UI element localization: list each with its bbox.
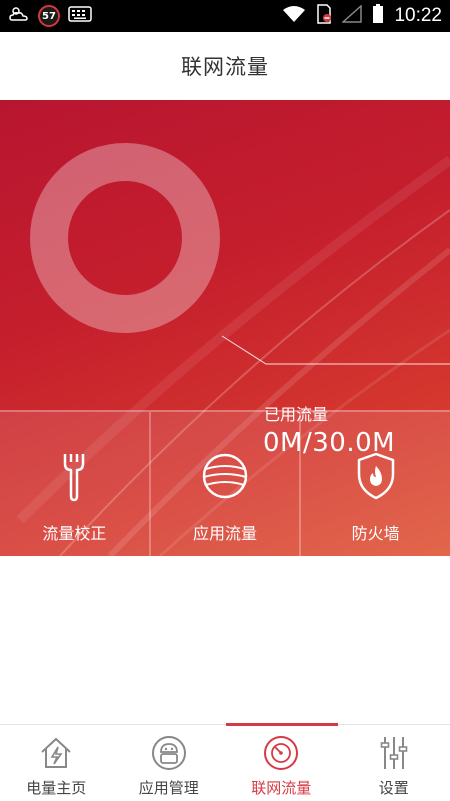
traffic-calibration-button[interactable]: 流量校正 (0, 410, 151, 556)
nav-network-traffic[interactable]: 联网流量 (225, 725, 338, 801)
nav-label: 联网流量 (251, 777, 311, 798)
status-time: 10:22 (394, 5, 442, 27)
wrench-icon (50, 450, 98, 502)
traffic-gauge-icon (263, 735, 299, 771)
nav-label: 应用管理 (139, 777, 199, 798)
nav-settings[interactable]: 设置 (338, 725, 450, 801)
status-bar: 57 (0, 0, 450, 32)
tool-label: 应用流量 (193, 520, 257, 544)
nav-app-management[interactable]: 应用管理 (113, 725, 226, 801)
android-icon (151, 735, 187, 771)
app-header: 联网流量 (0, 32, 450, 100)
app-traffic-button[interactable]: 应用流量 (151, 410, 302, 556)
tool-label: 流量校正 (42, 520, 106, 544)
notification-badge: 57 (38, 5, 60, 27)
nav-label: 电量主页 (26, 777, 86, 798)
keyboard-icon (68, 5, 92, 27)
traffic-hero: 已用流量 0M/30.0M 流量校正 应用流量 (0, 100, 450, 556)
globe-icon (201, 450, 249, 502)
signal-icon (342, 5, 362, 27)
nav-battery-home[interactable]: 电量主页 (0, 725, 113, 801)
shield-fire-icon (352, 450, 400, 502)
active-tab-indicator (226, 723, 338, 726)
wifi-icon (282, 5, 306, 27)
tool-label: 防火墙 (352, 520, 400, 544)
page-title: 联网流量 (181, 51, 269, 81)
nav-label: 设置 (379, 777, 409, 798)
bottom-navigation: 电量主页 应用管理 联网流量 (0, 724, 450, 801)
tool-grid: 流量校正 应用流量 防火墙 (0, 410, 450, 556)
sliders-icon (376, 735, 412, 771)
no-sim-icon (316, 4, 332, 28)
battery-icon (372, 4, 384, 28)
weather-icon (8, 5, 30, 27)
house-bolt-icon (38, 735, 74, 771)
firewall-button[interactable]: 防火墙 (301, 410, 450, 556)
